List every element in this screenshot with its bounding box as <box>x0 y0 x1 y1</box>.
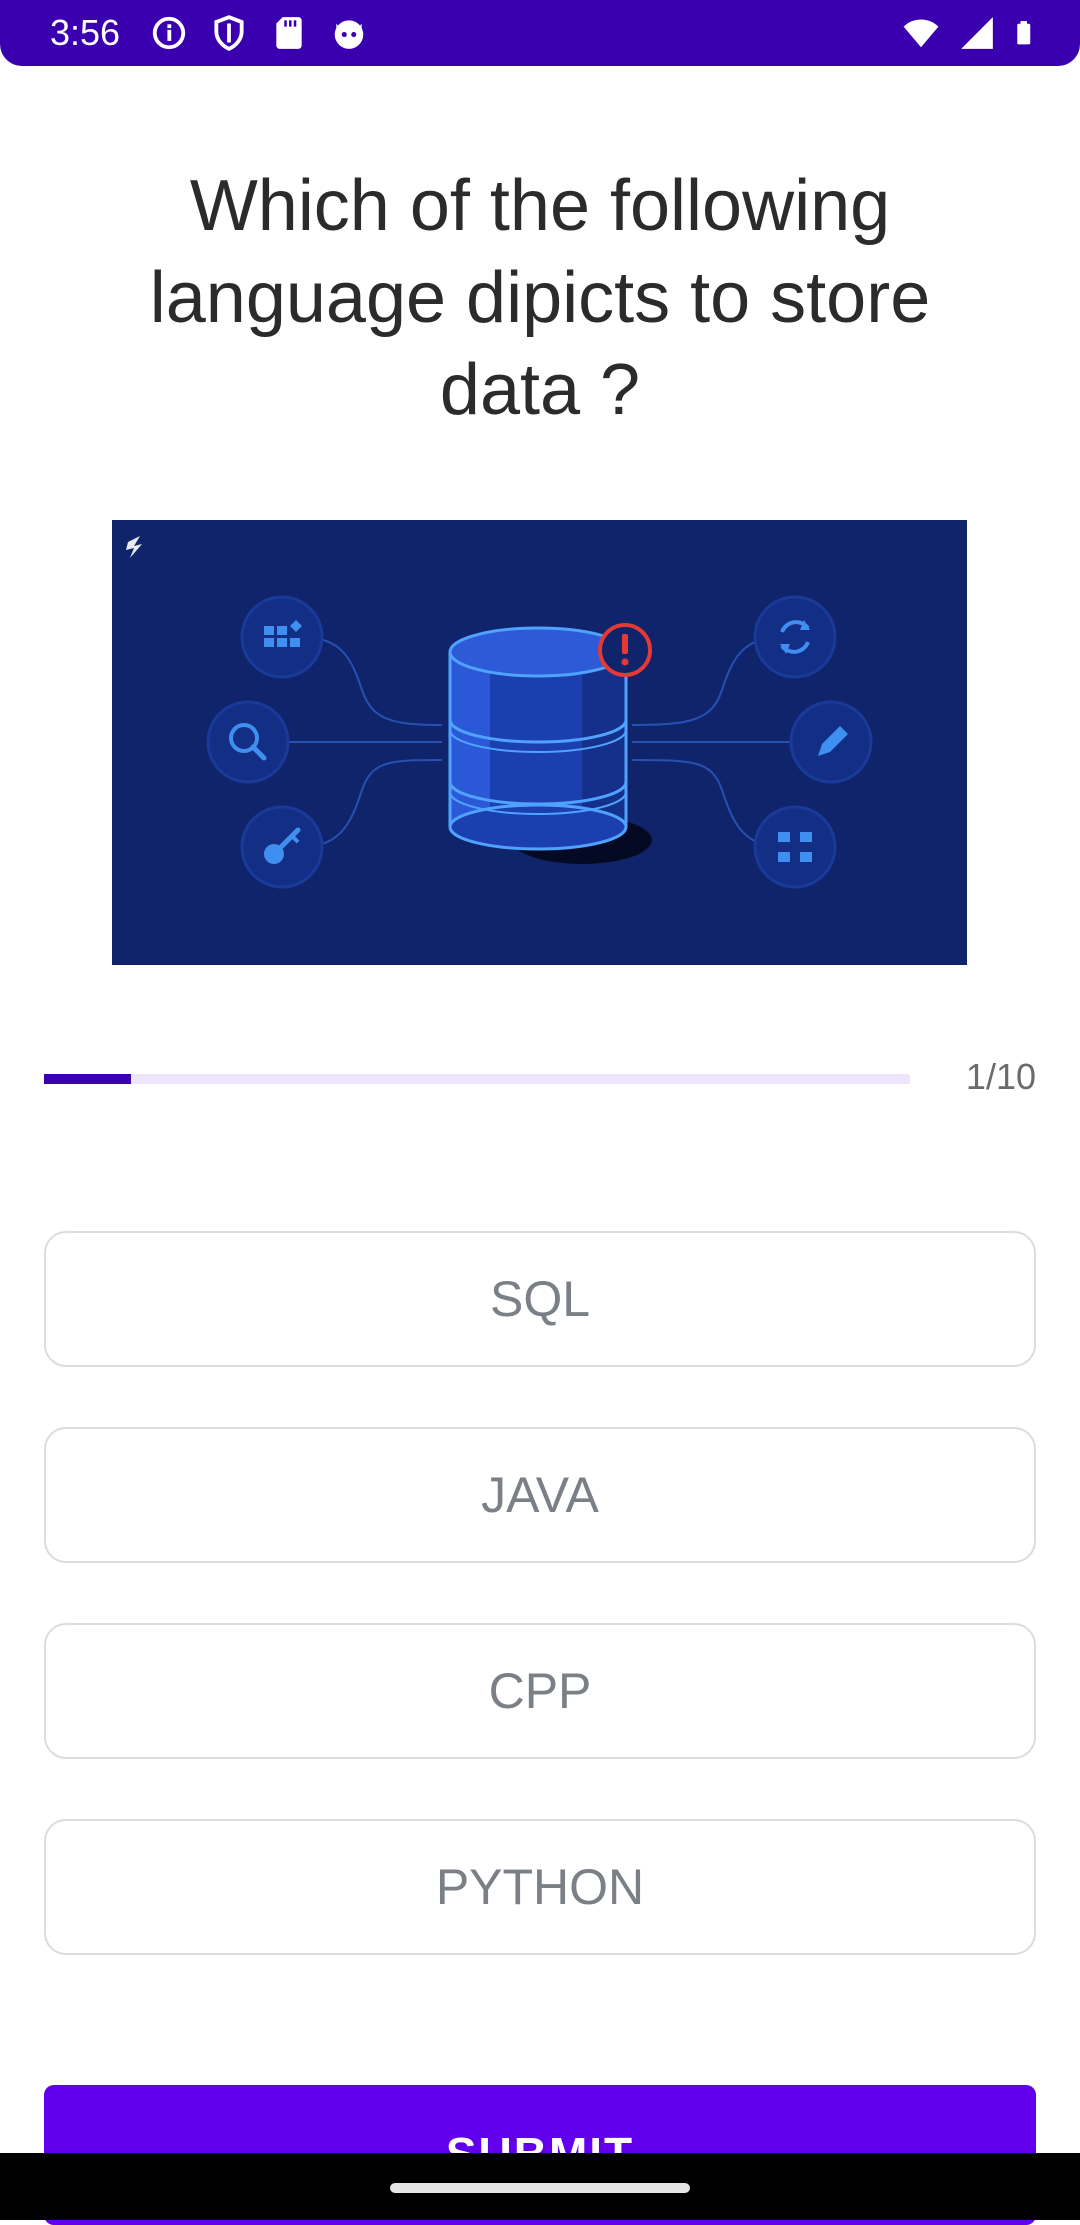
database-illustration-art <box>112 520 967 965</box>
status-time: 3:56 <box>50 12 121 53</box>
database-illustration <box>112 520 967 965</box>
progress-counter: 1/10 <box>965 1056 1036 1097</box>
option-cpp-button[interactable]: CPP <box>44 1623 1036 1759</box>
option-java-button[interactable]: JAVA <box>44 1427 1036 1563</box>
wifi-icon <box>903 19 939 48</box>
status-icons-left <box>150 14 368 52</box>
signal-icon <box>961 17 993 49</box>
battery-icon <box>1017 21 1031 45</box>
sd-card-icon <box>276 17 302 49</box>
home-gesture-handle[interactable] <box>390 2183 690 2193</box>
info-icon <box>152 16 186 50</box>
status-bar: 3:56 <box>0 0 1080 66</box>
question-text: Which of the following language dipicts … <box>149 166 931 430</box>
quiz-progress-bar <box>44 1074 910 1084</box>
status-icons-right <box>902 14 1040 52</box>
cat-face-icon <box>334 20 364 49</box>
option-python-button[interactable]: PYTHON <box>44 1819 1036 1955</box>
option-sql-button[interactable]: SQL <box>44 1231 1036 1367</box>
navigation-bar <box>0 2153 1080 2220</box>
shield-icon <box>214 15 244 51</box>
quiz-progress-fill <box>44 1074 131 1084</box>
